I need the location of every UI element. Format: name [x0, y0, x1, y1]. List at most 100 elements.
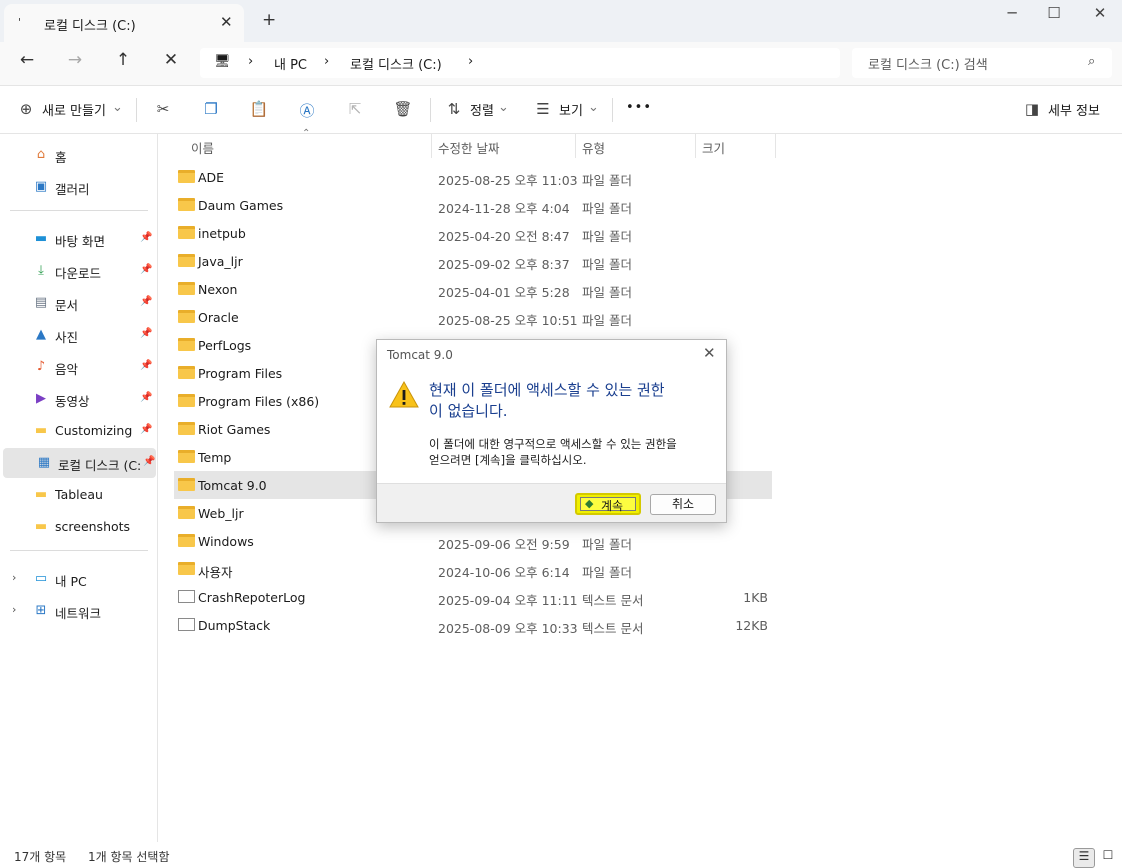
file-row[interactable]: ADE 2025-08-25 오후 11:03 파일 폴더 [174, 163, 772, 191]
column-header-modified[interactable]: 수정한 날짜 [438, 138, 499, 157]
up-button[interactable]: ↑ [109, 50, 137, 74]
sort-icon: ⇅ [447, 100, 461, 118]
file-row[interactable]: Windows 2025-09-06 오전 9:59 파일 폴더 [174, 527, 772, 555]
sidebar-item-label: Tableau [55, 487, 103, 502]
file-row[interactable]: 사용자 2024-10-06 오후 6:14 파일 폴더 [174, 555, 772, 583]
toolbar-divider [612, 98, 613, 122]
videos-icon: ▶ [36, 391, 46, 406]
details-view-button[interactable]: ☰ [1073, 848, 1095, 868]
sidebar-item-label: 로컬 디스크 (C:) [58, 458, 140, 473]
tab-local-disk[interactable]: ' 로컬 디스크 (C:) ✕ [4, 4, 244, 42]
selection-count: 1개 항목 선택함 [88, 850, 170, 864]
new-button[interactable]: 새로 만들기 [42, 100, 106, 119]
sidebar-item-bottom-1[interactable]: › ⊞ 네트워크 [0, 596, 156, 626]
breadcrumb-separator-icon[interactable]: › [468, 54, 473, 69]
chevron-down-icon: ⌄ [588, 100, 599, 115]
dialog-main-line: 현재 이 폴더에 액세스할 수 있는 권한 [429, 381, 665, 399]
file-name: Windows [198, 534, 254, 549]
breadcrumb-separator-icon[interactable]: › [248, 54, 253, 69]
forward-button[interactable]: → [61, 50, 89, 74]
file-date: 2025-08-25 오후 11:03 [438, 173, 578, 188]
sidebar-item-pinned-1[interactable]: ⤓ 다운로드 📌 [0, 256, 156, 286]
minimize-button[interactable]: ─ [992, 4, 1032, 24]
pc-icon: ▭ [34, 571, 48, 586]
music-icon: ♪ [36, 359, 46, 374]
file-name: CrashRepoterLog [198, 590, 306, 605]
search-box[interactable]: 로컬 디스크 (C:) 검색 ⌕ [852, 48, 1112, 78]
search-icon: ⌕ [1088, 54, 1096, 69]
file-date: 2025-09-02 오후 8:37 [438, 257, 570, 272]
pc-icon: 🖥 [214, 54, 231, 69]
back-button[interactable]: ← [13, 50, 41, 74]
dialog-close-icon[interactable]: ✕ [703, 344, 716, 362]
column-divider[interactable] [431, 134, 432, 158]
column-divider[interactable] [695, 134, 696, 158]
file-row[interactable]: Nexon 2025-04-01 오후 5:28 파일 폴더 [174, 275, 772, 303]
rename-icon[interactable]: Ⓐ [296, 100, 318, 120]
sidebar-item-pinned-0[interactable]: ▬ 바탕 화면 📌 [0, 224, 156, 254]
file-type: 파일 폴더 [582, 201, 632, 216]
details-button[interactable]: 세부 정보 [1048, 100, 1100, 119]
sidebar-item-pinned-6[interactable]: ▬ Customizing 📌 [0, 416, 156, 446]
sidebar-item-pinned-7[interactable]: ▦ 로컬 디스크 (C:) 📌 [3, 448, 156, 478]
file-row[interactable]: Oracle 2025-08-25 오후 10:51 파일 폴더 [174, 303, 772, 331]
sidebar-item-pinned-5[interactable]: ▶ 동영상 📌 [0, 384, 156, 414]
column-header-name[interactable]: 이름 [191, 138, 214, 157]
pictures-icon: ▲ [36, 327, 46, 342]
sidebar-item-top-1[interactable]: ▣ 갤러리 [0, 172, 156, 202]
sort-button[interactable]: 정렬 [470, 100, 494, 119]
tiles-view-button[interactable]: ☐ [1097, 848, 1119, 868]
stop-button[interactable]: ✕ [157, 50, 185, 74]
copy-icon[interactable]: ❐ [200, 100, 222, 120]
cut-icon[interactable]: ✂ [152, 100, 174, 120]
chevron-right-icon[interactable]: › [12, 603, 16, 616]
text-file-icon [178, 618, 195, 631]
title-bar: ' 로컬 디스크 (C:) ✕ + ─ ☐ ✕ [0, 0, 1122, 42]
sidebar-item-label: 사진 [55, 330, 79, 345]
breadcrumb-local-disk[interactable]: 로컬 디스크 (C:) [350, 54, 442, 73]
folder-icon [178, 254, 195, 267]
column-header-size[interactable]: 크기 [702, 138, 725, 157]
sidebar-item-top-0[interactable]: ⌂ 홈 [0, 140, 156, 170]
breadcrumb-separator-icon[interactable]: › [324, 54, 329, 69]
folder-icon [178, 450, 195, 463]
cancel-button[interactable]: 취소 [650, 494, 716, 515]
column-header-type[interactable]: 유형 [582, 138, 605, 157]
address-bar[interactable]: 🖥 › 내 PC › 로컬 디스크 (C:) › [200, 48, 840, 78]
new-tab-button[interactable]: + [262, 10, 276, 30]
continue-button[interactable]: ◆ 계속 [575, 493, 641, 515]
file-row[interactable]: Daum Games 2024-11-28 오후 4:04 파일 폴더 [174, 191, 772, 219]
view-button[interactable]: 보기 [559, 100, 583, 119]
maximize-button[interactable]: ☐ [1034, 4, 1074, 24]
file-name: Nexon [198, 282, 238, 297]
folder-icon [178, 170, 195, 183]
close-window-button[interactable]: ✕ [1080, 4, 1120, 24]
file-row[interactable]: inetpub 2025-04-20 오전 8:47 파일 폴더 [174, 219, 772, 247]
sidebar-item-label: 네트워크 [55, 606, 102, 621]
breadcrumb-my-pc[interactable]: 내 PC [274, 54, 307, 73]
chevron-right-icon[interactable]: › [12, 571, 16, 584]
share-icon[interactable]: ⇱ [344, 100, 366, 120]
file-row[interactable]: Java_ljr 2025-09-02 오후 8:37 파일 폴더 [174, 247, 772, 275]
file-row[interactable]: CrashRepoterLog 2025-09-04 오후 11:11 텍스트 문서… [174, 583, 772, 611]
column-divider[interactable] [575, 134, 576, 158]
tab-close-icon[interactable]: ✕ [220, 13, 233, 31]
delete-icon[interactable]: 🗑 [392, 100, 414, 120]
sidebar-item-pinned-4[interactable]: ♪ 음악 📌 [0, 352, 156, 382]
column-divider[interactable] [775, 134, 776, 158]
file-date: 2025-08-25 오후 10:51 [438, 313, 578, 328]
sidebar-item-bottom-0[interactable]: › ▭ 내 PC [0, 564, 156, 594]
navigation-bar: ← → ↑ ✕ 🖥 › 내 PC › 로컬 디스크 (C:) › 로컬 디스크 … [0, 42, 1122, 86]
more-options-button[interactable]: ••• [626, 100, 652, 115]
sidebar-item-pinned-2[interactable]: ▤ 문서 📌 [0, 288, 156, 318]
sidebar-item-pinned-3[interactable]: ▲ 사진 📌 [0, 320, 156, 350]
uac-shield-icon: ◆ [585, 497, 594, 510]
search-input[interactable]: 로컬 디스크 (C:) 검색 [868, 54, 988, 73]
sidebar-item-others-1[interactable]: ▬ screenshots [0, 512, 156, 542]
sidebar-item-others-0[interactable]: ▬ Tableau [0, 480, 156, 510]
paste-icon[interactable]: 📋 [248, 100, 270, 120]
file-name: DumpStack [198, 618, 271, 633]
file-row[interactable]: DumpStack 2025-08-09 오후 10:33 텍스트 문서 12KB [174, 611, 772, 639]
drive-icon: ▦ [37, 455, 51, 470]
folder-icon [178, 506, 195, 519]
